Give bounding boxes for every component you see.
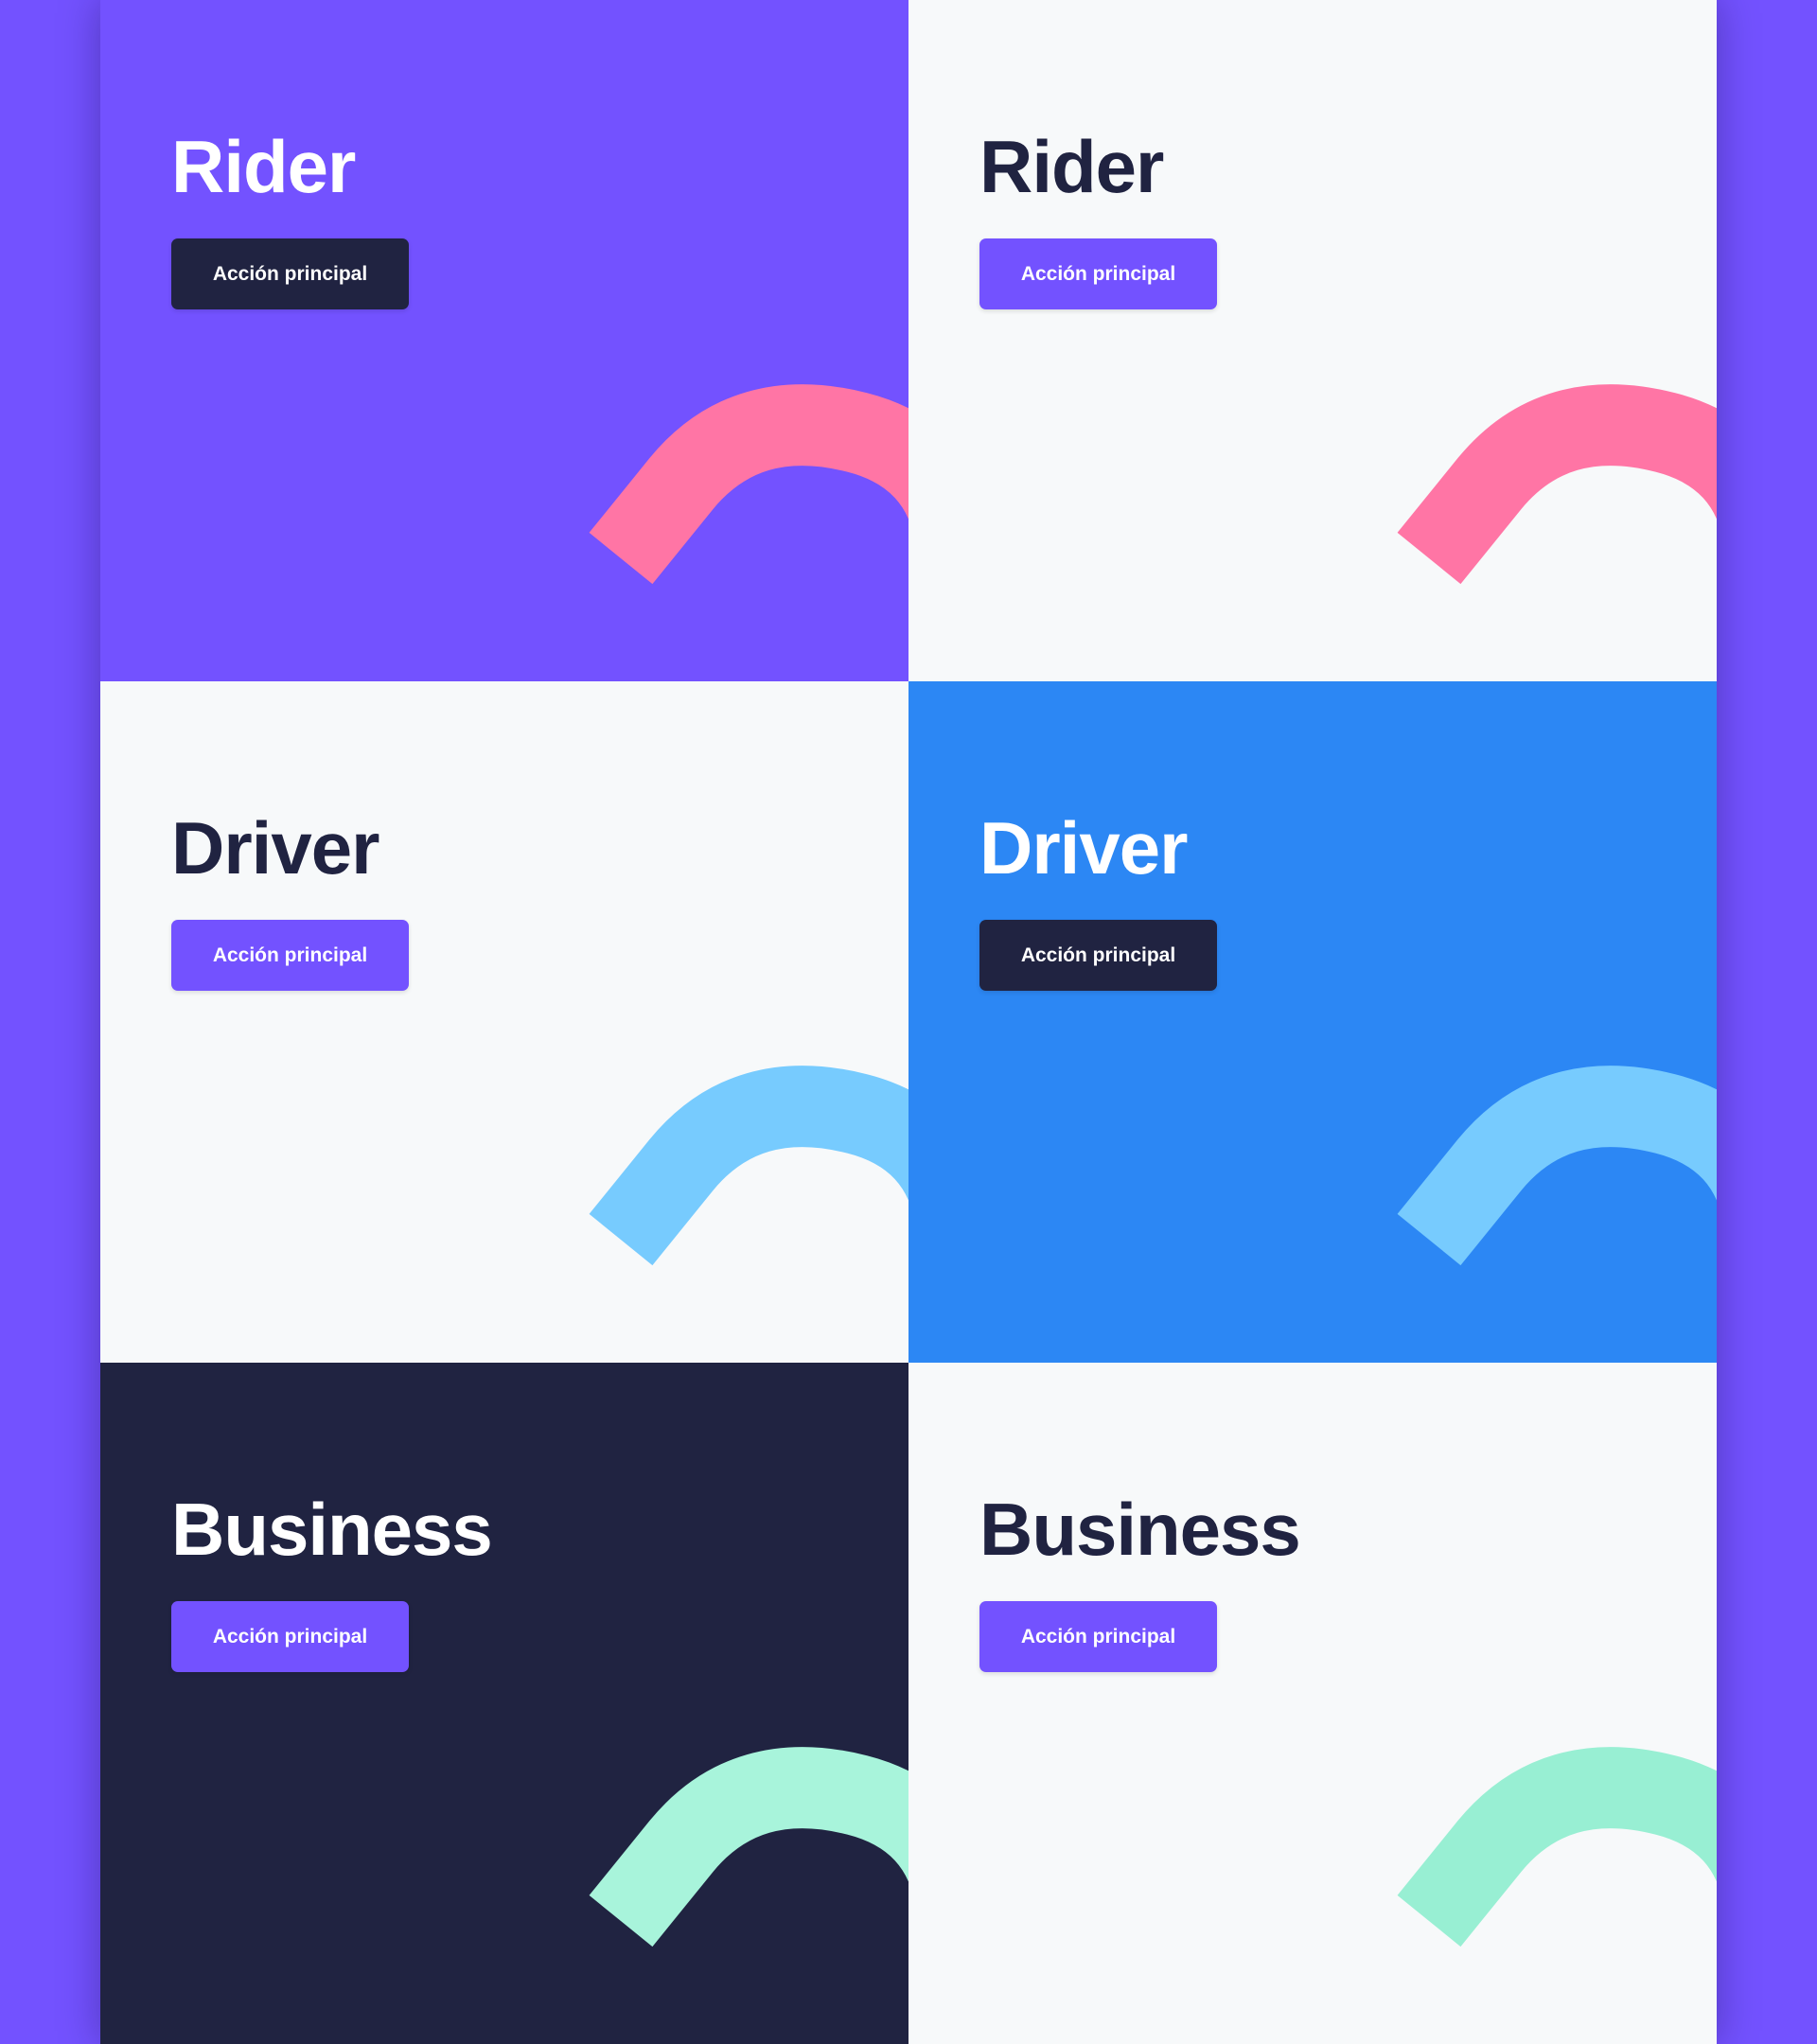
wave-shape-icon: [1397, 1747, 1717, 1947]
wave-shape-icon: [589, 1747, 908, 1947]
card-title: Business: [979, 1488, 1301, 1571]
card-title: Driver: [979, 806, 1188, 890]
primary-action-button[interactable]: Acción principal: [979, 920, 1217, 991]
wave-shape-icon: [1397, 384, 1717, 585]
card-title: Business: [171, 1488, 493, 1571]
card-rider-light: Rider Acción principal: [908, 0, 1717, 681]
card-business-light: Business Acción principal: [908, 1363, 1717, 2044]
card-title: Driver: [171, 806, 379, 890]
primary-action-button[interactable]: Acción principal: [979, 238, 1217, 309]
primary-action-button[interactable]: Acción principal: [171, 1601, 409, 1672]
primary-action-button[interactable]: Acción principal: [171, 920, 409, 991]
wave-shape-icon: [589, 1066, 908, 1266]
card-grid: Rider Acción principal Rider Acción prin…: [100, 0, 1717, 2044]
card-rider-purple: Rider Acción principal: [100, 0, 908, 681]
primary-action-button[interactable]: Acción principal: [171, 238, 409, 309]
card-driver-blue: Driver Acción principal: [908, 681, 1717, 1363]
primary-action-button[interactable]: Acción principal: [979, 1601, 1217, 1672]
card-title: Rider: [171, 125, 356, 208]
card-business-navy: Business Acción principal: [100, 1363, 908, 2044]
wave-shape-icon: [1397, 1066, 1717, 1266]
card-title: Rider: [979, 125, 1164, 208]
wave-shape-icon: [589, 384, 908, 585]
card-driver-light: Driver Acción principal: [100, 681, 908, 1363]
